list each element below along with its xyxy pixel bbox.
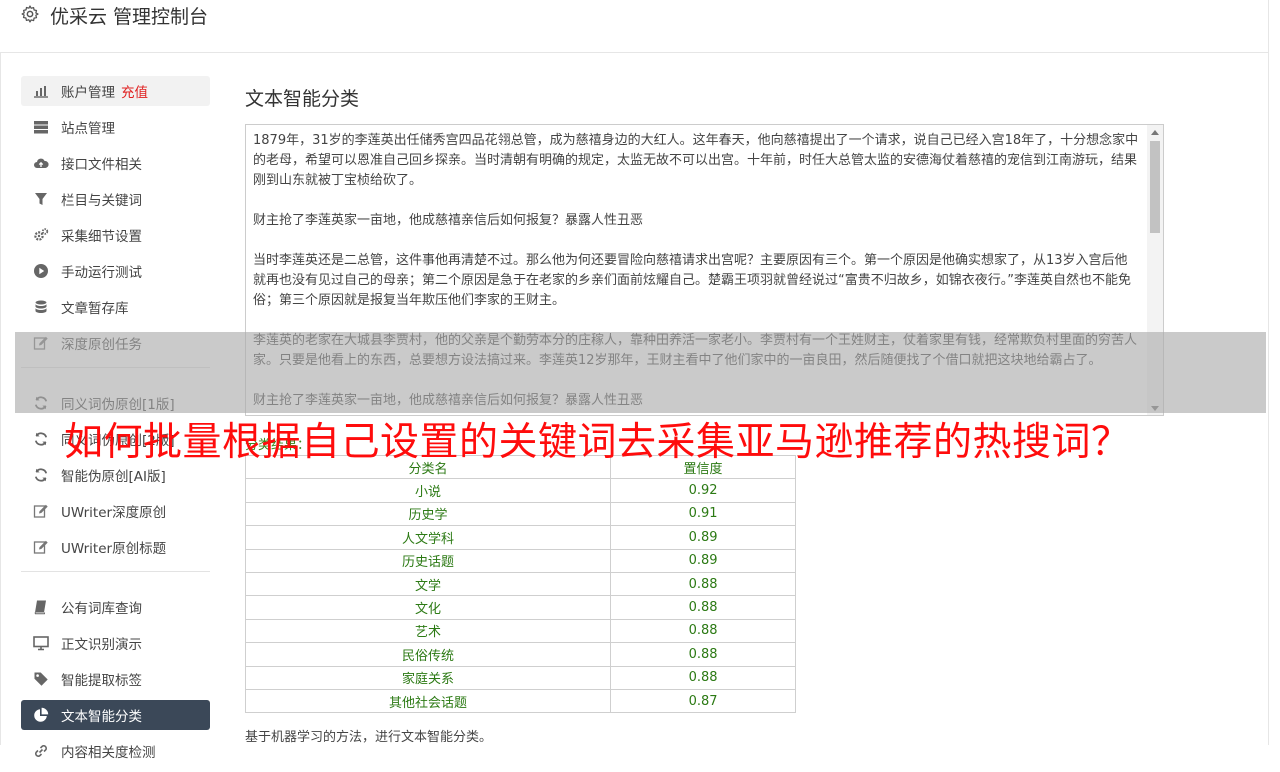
- sidebar-item[interactable]: 站点管理: [21, 112, 210, 142]
- table-row: 文化 0.88: [244, 595, 796, 620]
- filter-icon: [33, 191, 49, 207]
- sidebar-item-label: 文本智能分类: [61, 709, 142, 725]
- category-name-cell: 人文学科: [244, 525, 612, 550]
- sidebar-item-label: 文章暂存库: [61, 301, 129, 317]
- overlay-headline: 如何批量根据自己设置的关键词去采集亚马逊推荐的热搜词？: [64, 420, 1131, 465]
- sidebar-item[interactable]: UWriter深度原创: [21, 496, 210, 526]
- book-icon: [33, 599, 49, 615]
- confidence-cell: 0.89: [610, 525, 796, 550]
- category-name-cell: 历史学: [244, 501, 612, 527]
- confidence-cell: 0.91: [610, 501, 796, 527]
- refresh-icon: [33, 431, 49, 447]
- server-icon: [33, 119, 49, 135]
- refresh-icon: [33, 467, 49, 483]
- play-circle-icon: [33, 263, 49, 279]
- confidence-cell: 0.88: [610, 595, 796, 620]
- right-border: [1268, 0, 1269, 745]
- sidebar-item-label: 账户管理: [61, 85, 115, 101]
- gear-icon: [21, 5, 39, 23]
- confidence-cell: 0.88: [610, 665, 796, 690]
- category-name-cell: 艺术: [244, 618, 612, 644]
- sidebar-item[interactable]: 栏目与关键词: [21, 184, 210, 214]
- table-row: 艺术 0.88: [244, 618, 796, 644]
- sidebar-item-label: 采集细节设置: [61, 229, 142, 245]
- sidebar-item[interactable]: 公有词库查询: [21, 592, 210, 622]
- text-paragraph: 1879年，31岁的李莲英出任储秀宫四品花翎总管，成为慈禧身边的大红人。这年春天…: [253, 133, 1139, 188]
- app-header: 优采云 管理控制台: [0, 0, 1269, 53]
- table-row: 家庭关系 0.88: [244, 665, 796, 690]
- table-row: 其他社会话题 0.87: [244, 688, 796, 714]
- sidebar-divider: [21, 571, 210, 572]
- sidebar-item[interactable]: 文本智能分类: [21, 700, 210, 730]
- sidebar-item[interactable]: 智能提取标签: [21, 664, 210, 694]
- confidence-cell: 0.88: [610, 618, 796, 644]
- table-row: 文学 0.88: [244, 571, 796, 597]
- sidebar-item-label: 栏目与关键词: [61, 193, 142, 209]
- bar-chart-icon: [33, 83, 49, 99]
- table-row: 历史学 0.91: [244, 501, 796, 527]
- scroll-thumb[interactable]: [1150, 141, 1160, 233]
- text-paragraph: 当时李莲英还是二总管，这件事他再清楚不过。那么他为何还要冒险向慈禧请求出宫呢？主…: [253, 253, 1131, 308]
- sidebar-item[interactable]: 文章暂存库: [21, 292, 210, 322]
- monitor-icon: [33, 635, 49, 651]
- cogs-icon: [33, 227, 49, 243]
- confidence-cell: 0.92: [610, 478, 796, 503]
- table-row: 人文学科 0.89: [244, 525, 796, 550]
- sidebar-item-label: UWriter深度原创: [61, 505, 167, 521]
- confidence-cell: 0.88: [610, 642, 796, 667]
- category-name-cell: 小说: [244, 478, 612, 503]
- sidebar-item[interactable]: 手动运行测试: [21, 256, 210, 286]
- sidebar-item[interactable]: 采集细节设置: [21, 220, 210, 250]
- category-name-cell: 民俗传统: [244, 642, 612, 667]
- confidence-cell: 0.88: [610, 571, 796, 597]
- sidebar-item-label: 智能提取标签: [61, 673, 142, 689]
- sidebar-item[interactable]: 正文识别演示: [21, 628, 210, 658]
- classification-table: 分类名 置信度 小说 0.92 历史学 0.91 人文学科 0.89 历史话题 0.89 文学 0…: [244, 454, 796, 714]
- sidebar-item-label: 公有词库查询: [61, 601, 142, 617]
- edit-icon: [33, 539, 49, 555]
- text-paragraph: 财主抢了李莲英家一亩地，他成慈禧亲信后如何报复？暴露人性丑恶: [253, 213, 644, 228]
- sidebar-item-label: 手动运行测试: [61, 265, 142, 281]
- category-name-cell: 文化: [244, 595, 612, 620]
- app-title: 优采云 管理控制台: [50, 6, 209, 28]
- sidebar-item-label: 智能伪原创[AI版]: [61, 469, 166, 485]
- confidence-cell: 0.89: [610, 548, 796, 573]
- overlay-banner: [15, 332, 1266, 413]
- sidebar-item-label: 站点管理: [61, 121, 115, 137]
- confidence-cell: 0.87: [610, 688, 796, 714]
- edit-icon: [33, 503, 49, 519]
- scroll-up-arrow-icon[interactable]: [1151, 130, 1159, 135]
- pie-chart-icon: [33, 707, 49, 723]
- tag-icon: [33, 671, 49, 687]
- left-border: [0, 0, 1, 745]
- sidebar-item-label: 正文识别演示: [61, 637, 142, 653]
- recharge-link[interactable]: 充值: [121, 81, 148, 101]
- sidebar-item[interactable]: UWriter原创标题: [21, 532, 210, 562]
- category-name-cell: 其他社会话题: [244, 688, 612, 714]
- sidebar-item[interactable]: 账户管理 充值: [21, 76, 210, 106]
- page-title: 文本智能分类: [245, 88, 360, 110]
- category-name-cell: 文学: [244, 571, 612, 597]
- sidebar-item-label: UWriter原创标题: [61, 541, 167, 557]
- sidebar-item[interactable]: 内容相关度检测: [21, 736, 210, 766]
- sidebar-item-label: 接口文件相关: [61, 157, 142, 173]
- table-row: 民俗传统 0.88: [244, 642, 796, 667]
- category-name-cell: 家庭关系: [244, 665, 612, 690]
- category-name-cell: 历史话题: [244, 548, 612, 573]
- footer-note: 基于机器学习的方法，进行文本智能分类。: [245, 730, 493, 745]
- cloud-upload-icon: [33, 155, 49, 171]
- sidebar-item-label: 内容相关度检测: [61, 745, 156, 761]
- table-row: 历史话题 0.89: [244, 548, 796, 573]
- link-icon: [33, 743, 49, 759]
- sidebar-item[interactable]: 接口文件相关: [21, 148, 210, 178]
- database-icon: [33, 299, 49, 315]
- table-row: 小说 0.92: [244, 478, 796, 503]
